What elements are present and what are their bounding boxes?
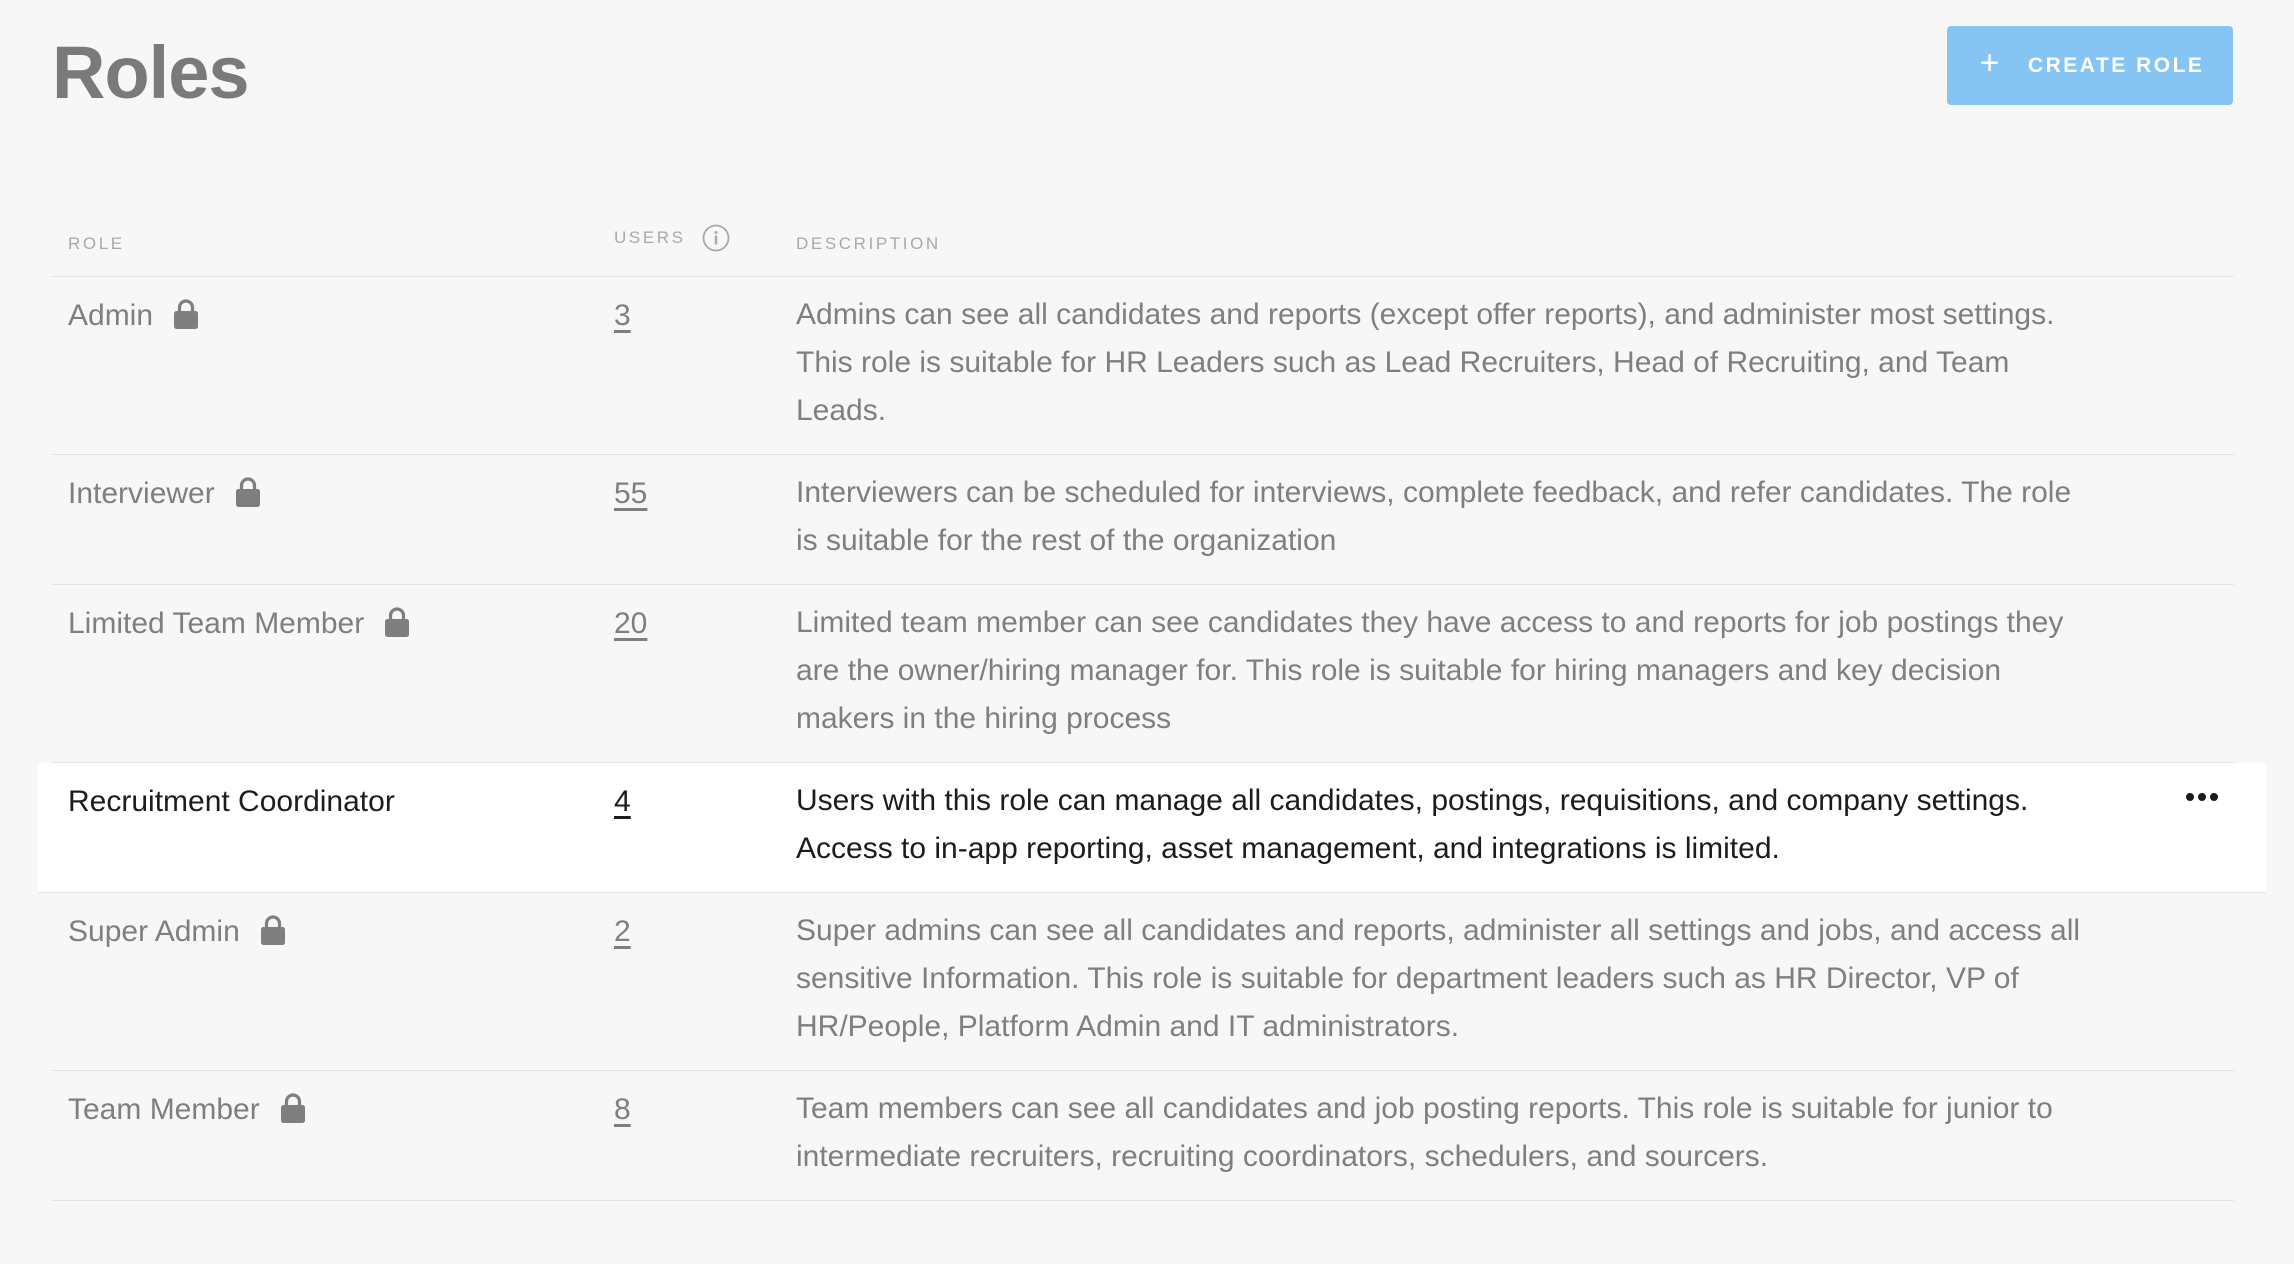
- role-name: Interviewer: [68, 477, 215, 510]
- table-row[interactable]: Admin 3 Admins can see all candidates and …: [52, 277, 2234, 455]
- role-description: Users with this role can manage all cand…: [796, 784, 2029, 865]
- create-role-label: CREATE ROLE: [2027, 53, 2205, 77]
- role-name: Team Member: [68, 1093, 260, 1126]
- lock-icon: [174, 299, 199, 329]
- roles-page: Roles + CREATE ROLE ROLE USERS DESCRIPTI…: [0, 0, 2294, 1264]
- users-count-link[interactable]: 20: [614, 607, 647, 641]
- role-name: Super Admin: [68, 915, 240, 948]
- role-description: Limited team member can see candidates t…: [796, 606, 2064, 735]
- table-row[interactable]: Interviewer 55 Interviewers can be schedul…: [52, 455, 2234, 585]
- role-description: Admins can see all candidates and report…: [796, 298, 2055, 427]
- role-name-cell: Recruitment Coordinator: [68, 785, 395, 819]
- role-name-cell: Interviewer: [68, 477, 261, 511]
- role-name: Recruitment Coordinator: [68, 785, 395, 818]
- table-row[interactable]: Super Admin 2 Super admins can see all can…: [52, 893, 2234, 1071]
- role-name-cell: Super Admin: [68, 915, 286, 949]
- users-count-link[interactable]: 3: [614, 299, 631, 333]
- users-count-link[interactable]: 8: [614, 1093, 631, 1127]
- table-row[interactable]: Recruitment Coordinator 4 Users with this …: [38, 763, 2266, 893]
- users-count-link[interactable]: 55: [614, 477, 647, 511]
- users-count-link[interactable]: 2: [614, 915, 631, 949]
- more-options-icon[interactable]: [2186, 793, 2218, 801]
- role-name-cell: Team Member: [68, 1093, 306, 1127]
- role-name-cell: Limited Team Member: [68, 607, 410, 641]
- plus-icon: +: [1979, 43, 2002, 82]
- role-description: Interviewers can be scheduled for interv…: [796, 476, 2072, 557]
- lock-icon: [280, 1093, 305, 1123]
- role-name: Admin: [68, 299, 154, 332]
- table-body: Admin 3 Admins can see all candidates and …: [38, 277, 2266, 1201]
- lock-icon: [385, 607, 410, 637]
- page-title: Roles: [52, 31, 250, 114]
- column-header-role: ROLE: [68, 234, 125, 253]
- table-header: ROLE USERS DESCRIPTION: [52, 214, 2234, 277]
- table-row[interactable]: Limited Team Member 20 Limited team member…: [52, 585, 2234, 763]
- info-icon[interactable]: [702, 224, 730, 252]
- lock-icon: [235, 477, 260, 507]
- create-role-button[interactable]: + CREATE ROLE: [1947, 26, 2233, 105]
- role-description: Super admins can see all candidates and …: [796, 914, 2081, 1043]
- column-header-users-label: USERS: [614, 228, 686, 247]
- role-name: Limited Team Member: [68, 607, 365, 640]
- lock-icon: [260, 915, 285, 945]
- column-header-description: DESCRIPTION: [796, 234, 941, 253]
- role-description: Team members can see all candidates and …: [796, 1092, 2053, 1173]
- role-name-cell: Admin: [68, 299, 199, 333]
- table-row[interactable]: Team Member 8 Team members can see all can…: [52, 1071, 2234, 1201]
- users-count-link[interactable]: 4: [614, 785, 631, 819]
- roles-table: ROLE USERS DESCRIPTION Admin 3 Admins can …: [38, 214, 2266, 1201]
- column-header-users: USERS: [614, 224, 730, 252]
